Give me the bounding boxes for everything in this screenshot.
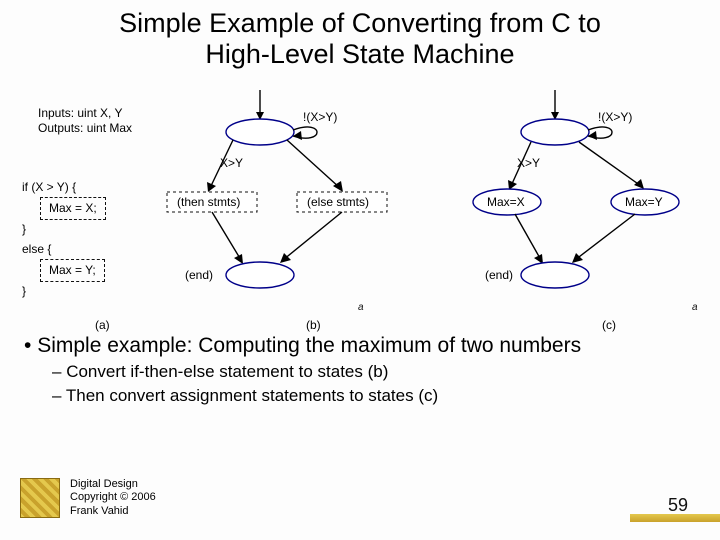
label-a: (a)	[95, 318, 110, 332]
bullet-main: Simple example: Computing the maximum of…	[24, 334, 704, 358]
io-declaration: Inputs: uint X, Y Outputs: uint Max	[38, 106, 132, 136]
c-maxy: Max=Y	[625, 195, 663, 209]
outputs-text: Outputs: uint Max	[38, 121, 132, 136]
title-line-2: High-Level State Machine	[205, 39, 514, 69]
code-else: else {	[22, 240, 106, 259]
code-close2: }	[22, 282, 106, 301]
c-cond-false: !(X>Y)	[598, 110, 632, 124]
credit-2: Copyright © 2006	[70, 491, 156, 504]
b-end: (end)	[185, 268, 213, 282]
b-then: (then stmts)	[177, 195, 240, 209]
bullet-sub-1: Convert if-then-else statement to states…	[52, 362, 704, 382]
diagram-c: !(X>Y) X>Y Max=X Max=Y (end)	[445, 90, 705, 310]
label-b: (b)	[306, 318, 321, 332]
credits: Digital Design Copyright © 2006 Frank Va…	[70, 478, 156, 518]
code-block: if (X > Y) { Max = X; } else { Max = Y; …	[22, 178, 106, 301]
footer: Digital Design Copyright © 2006 Frank Va…	[20, 478, 156, 518]
b-else: (else stmts)	[307, 195, 369, 209]
b-cond-false: !(X>Y)	[303, 110, 337, 124]
slide-title: Simple Example of Converting from C to H…	[0, 8, 720, 70]
code-max-y: Max = Y;	[40, 259, 105, 282]
inputs-text: Inputs: uint X, Y	[38, 106, 132, 121]
code-if: if (X > Y) {	[22, 178, 106, 197]
c-cond-true: X>Y	[517, 156, 540, 170]
mini-a-c: a	[692, 302, 698, 313]
logo-icon	[20, 478, 60, 518]
credit-1: Digital Design	[70, 478, 156, 491]
b-cond-true: X>Y	[220, 156, 243, 170]
c-maxx: Max=X	[487, 195, 525, 209]
credit-3: Frank Vahid	[70, 505, 156, 518]
mini-a-b: a	[358, 302, 364, 313]
title-line-1: Simple Example of Converting from C to	[119, 8, 601, 38]
c-end: (end)	[485, 268, 513, 282]
diagram-b: !(X>Y) X>Y (then stmts) (else stmts) (en…	[165, 90, 425, 310]
code-close1: }	[22, 220, 106, 239]
bullet-block: Simple example: Computing the maximum of…	[24, 334, 704, 406]
bullet-sub-2: Then convert assignment statements to st…	[52, 386, 704, 406]
code-max-x: Max = X;	[40, 197, 106, 220]
page-number: 59	[668, 495, 688, 516]
label-c: (c)	[602, 318, 616, 332]
corner-accent	[630, 514, 720, 522]
